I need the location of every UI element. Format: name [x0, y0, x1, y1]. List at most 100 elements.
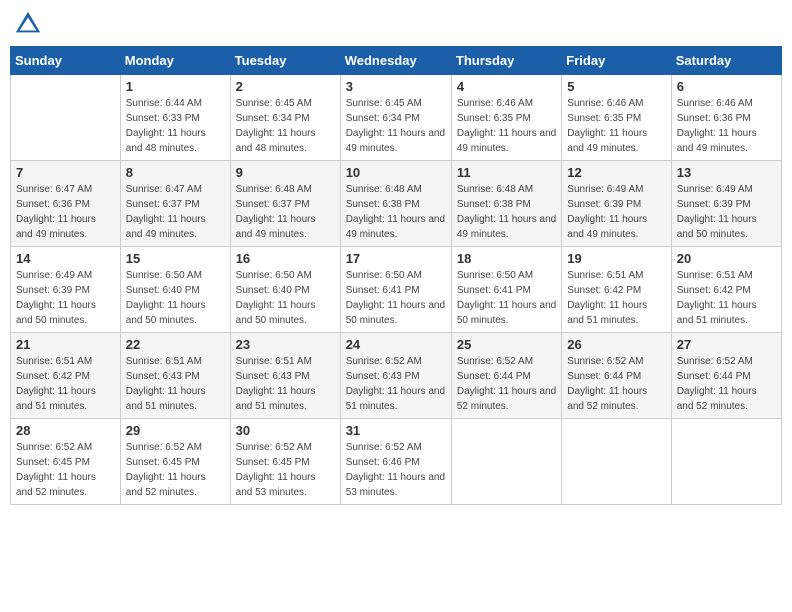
calendar-week-row: 21 Sunrise: 6:51 AMSunset: 6:42 PMDayligh…: [11, 333, 782, 419]
weekday-header-monday: Monday: [120, 47, 230, 75]
day-info: Sunrise: 6:51 AMSunset: 6:42 PMDaylight:…: [677, 268, 776, 328]
day-info: Sunrise: 6:45 AMSunset: 6:34 PMDaylight:…: [236, 96, 335, 156]
day-number: 9: [236, 165, 335, 180]
day-info: Sunrise: 6:49 AMSunset: 6:39 PMDaylight:…: [16, 268, 115, 328]
day-number: 15: [126, 251, 225, 266]
calendar-cell: 5Sunrise: 6:46 AMSunset: 6:35 PMDaylight…: [562, 75, 671, 161]
calendar-cell: [562, 419, 671, 505]
calendar-cell: 31 Sunrise: 6:52 AMSunset: 6:46 PMDayligh…: [340, 419, 451, 505]
page-header: [10, 10, 782, 38]
calendar-week-row: 1Sunrise: 6:44 AMSunset: 6:33 PMDaylight…: [11, 75, 782, 161]
day-info: Sunrise: 6:48 AMSunset: 6:37 PMDaylight:…: [236, 182, 335, 242]
calendar-cell: [671, 419, 781, 505]
day-number: 23: [236, 337, 335, 352]
weekday-header-friday: Friday: [562, 47, 671, 75]
calendar-cell: 16 Sunrise: 6:50 AMSunset: 6:40 PMDayligh…: [230, 247, 340, 333]
calendar-cell: 6Sunrise: 6:46 AMSunset: 6:36 PMDaylight…: [671, 75, 781, 161]
calendar-cell: 12 Sunrise: 6:49 AMSunset: 6:39 PMDayligh…: [562, 161, 671, 247]
day-number: 24: [346, 337, 446, 352]
weekday-header-tuesday: Tuesday: [230, 47, 340, 75]
day-info: Sunrise: 6:48 AMSunset: 6:38 PMDaylight:…: [457, 182, 556, 242]
day-number: 27: [677, 337, 776, 352]
calendar-cell: 15 Sunrise: 6:50 AMSunset: 6:40 PMDayligh…: [120, 247, 230, 333]
day-number: 20: [677, 251, 776, 266]
day-info: Sunrise: 6:52 AMSunset: 6:45 PMDaylight:…: [236, 440, 335, 500]
day-info: Sunrise: 6:46 AMSunset: 6:35 PMDaylight:…: [457, 96, 556, 156]
day-number: 12: [567, 165, 665, 180]
day-number: 2: [236, 79, 335, 94]
calendar-cell: 18 Sunrise: 6:50 AMSunset: 6:41 PMDayligh…: [451, 247, 561, 333]
day-number: 4: [457, 79, 556, 94]
calendar-cell: 28 Sunrise: 6:52 AMSunset: 6:45 PMDayligh…: [11, 419, 121, 505]
day-info: Sunrise: 6:44 AMSunset: 6:33 PMDaylight:…: [126, 96, 225, 156]
calendar-cell: 9 Sunrise: 6:48 AMSunset: 6:37 PMDaylight…: [230, 161, 340, 247]
day-number: 22: [126, 337, 225, 352]
day-info: Sunrise: 6:45 AMSunset: 6:34 PMDaylight:…: [346, 96, 446, 156]
day-number: 10: [346, 165, 446, 180]
day-number: 25: [457, 337, 556, 352]
calendar-cell: 25 Sunrise: 6:52 AMSunset: 6:44 PMDayligh…: [451, 333, 561, 419]
weekday-header-wednesday: Wednesday: [340, 47, 451, 75]
day-number: 28: [16, 423, 115, 438]
weekday-header-sunday: Sunday: [11, 47, 121, 75]
day-info: Sunrise: 6:52 AMSunset: 6:43 PMDaylight:…: [346, 354, 446, 414]
day-number: 17: [346, 251, 446, 266]
day-info: Sunrise: 6:51 AMSunset: 6:42 PMDaylight:…: [16, 354, 115, 414]
day-info: Sunrise: 6:50 AMSunset: 6:40 PMDaylight:…: [126, 268, 225, 328]
calendar-cell: 8 Sunrise: 6:47 AMSunset: 6:37 PMDaylight…: [120, 161, 230, 247]
calendar-cell: 20 Sunrise: 6:51 AMSunset: 6:42 PMDayligh…: [671, 247, 781, 333]
day-info: Sunrise: 6:52 AMSunset: 6:44 PMDaylight:…: [457, 354, 556, 414]
day-number: 26: [567, 337, 665, 352]
calendar-cell: 26 Sunrise: 6:52 AMSunset: 6:44 PMDayligh…: [562, 333, 671, 419]
day-number: 21: [16, 337, 115, 352]
day-info: Sunrise: 6:49 AMSunset: 6:39 PMDaylight:…: [677, 182, 776, 242]
day-info: Sunrise: 6:50 AMSunset: 6:41 PMDaylight:…: [346, 268, 446, 328]
day-info: Sunrise: 6:52 AMSunset: 6:44 PMDaylight:…: [677, 354, 776, 414]
calendar-cell: 2 Sunrise: 6:45 AMSunset: 6:34 PMDaylight…: [230, 75, 340, 161]
calendar-week-row: 28 Sunrise: 6:52 AMSunset: 6:45 PMDayligh…: [11, 419, 782, 505]
day-number: 16: [236, 251, 335, 266]
day-number: 30: [236, 423, 335, 438]
calendar-cell: [451, 419, 561, 505]
day-number: 8: [126, 165, 225, 180]
day-info: Sunrise: 6:52 AMSunset: 6:44 PMDaylight:…: [567, 354, 665, 414]
calendar-cell: 19Sunrise: 6:51 AMSunset: 6:42 PMDayligh…: [562, 247, 671, 333]
day-number: 31: [346, 423, 446, 438]
day-number: 18: [457, 251, 556, 266]
calendar-cell: 29 Sunrise: 6:52 AMSunset: 6:45 PMDayligh…: [120, 419, 230, 505]
day-number: 13: [677, 165, 776, 180]
day-info: Sunrise: 6:47 AMSunset: 6:37 PMDaylight:…: [126, 182, 225, 242]
day-info: Sunrise: 6:47 AMSunset: 6:36 PMDaylight:…: [16, 182, 115, 242]
calendar-cell: 17 Sunrise: 6:50 AMSunset: 6:41 PMDayligh…: [340, 247, 451, 333]
calendar-cell: [11, 75, 121, 161]
calendar-cell: 14 Sunrise: 6:49 AMSunset: 6:39 PMDayligh…: [11, 247, 121, 333]
calendar-cell: 23 Sunrise: 6:51 AMSunset: 6:43 PMDayligh…: [230, 333, 340, 419]
day-info: Sunrise: 6:50 AMSunset: 6:41 PMDaylight:…: [457, 268, 556, 328]
day-info: Sunrise: 6:51 AMSunset: 6:43 PMDaylight:…: [126, 354, 225, 414]
logo: [14, 10, 46, 38]
day-info: Sunrise: 6:52 AMSunset: 6:45 PMDaylight:…: [16, 440, 115, 500]
weekday-header-thursday: Thursday: [451, 47, 561, 75]
day-info: Sunrise: 6:51 AMSunset: 6:43 PMDaylight:…: [236, 354, 335, 414]
calendar-cell: 22 Sunrise: 6:51 AMSunset: 6:43 PMDayligh…: [120, 333, 230, 419]
calendar-cell: 30 Sunrise: 6:52 AMSunset: 6:45 PMDayligh…: [230, 419, 340, 505]
day-number: 29: [126, 423, 225, 438]
calendar-cell: 3 Sunrise: 6:45 AMSunset: 6:34 PMDaylight…: [340, 75, 451, 161]
day-info: Sunrise: 6:52 AMSunset: 6:46 PMDaylight:…: [346, 440, 446, 500]
day-number: 14: [16, 251, 115, 266]
day-info: Sunrise: 6:49 AMSunset: 6:39 PMDaylight:…: [567, 182, 665, 242]
day-info: Sunrise: 6:52 AMSunset: 6:45 PMDaylight:…: [126, 440, 225, 500]
day-info: Sunrise: 6:50 AMSunset: 6:40 PMDaylight:…: [236, 268, 335, 328]
calendar-cell: 4 Sunrise: 6:46 AMSunset: 6:35 PMDaylight…: [451, 75, 561, 161]
calendar-cell: 13 Sunrise: 6:49 AMSunset: 6:39 PMDayligh…: [671, 161, 781, 247]
calendar-week-row: 7Sunrise: 6:47 AMSunset: 6:36 PMDaylight…: [11, 161, 782, 247]
day-info: Sunrise: 6:46 AMSunset: 6:35 PMDaylight:…: [567, 96, 665, 156]
calendar-week-row: 14 Sunrise: 6:49 AMSunset: 6:39 PMDayligh…: [11, 247, 782, 333]
weekday-header-row: SundayMondayTuesdayWednesdayThursdayFrid…: [11, 47, 782, 75]
calendar-cell: 24 Sunrise: 6:52 AMSunset: 6:43 PMDayligh…: [340, 333, 451, 419]
calendar-cell: 1Sunrise: 6:44 AMSunset: 6:33 PMDaylight…: [120, 75, 230, 161]
calendar-cell: 10Sunrise: 6:48 AMSunset: 6:38 PMDayligh…: [340, 161, 451, 247]
calendar-cell: 7Sunrise: 6:47 AMSunset: 6:36 PMDaylight…: [11, 161, 121, 247]
day-number: 3: [346, 79, 446, 94]
day-info: Sunrise: 6:51 AMSunset: 6:42 PMDaylight:…: [567, 268, 665, 328]
